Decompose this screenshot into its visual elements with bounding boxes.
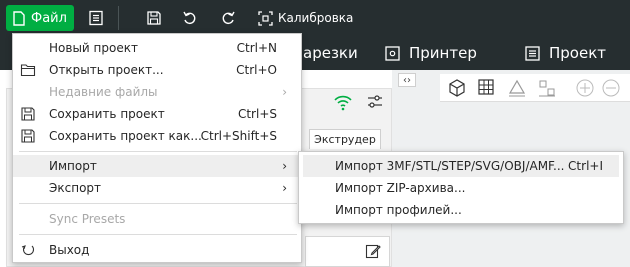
menu-divider <box>19 151 297 152</box>
submenu-item-shortcut: Ctrl+I <box>568 159 603 173</box>
toolbar-divider <box>118 6 119 30</box>
menu-item-open-project[interactable]: Открыть проект... Ctrl+O <box>13 59 301 81</box>
menu-divider <box>19 234 297 235</box>
tab-slicing[interactable]: арезки <box>303 36 358 70</box>
menu-icon[interactable] <box>84 6 108 30</box>
tab-project[interactable]: Проект <box>524 36 606 70</box>
printer-icon <box>385 45 400 61</box>
tab-extruder[interactable]: Экструдер <box>309 129 381 149</box>
menu-item-exit[interactable]: Выход <box>13 239 301 261</box>
tab-printer[interactable]: Принтер <box>384 36 477 70</box>
edit-icon[interactable] <box>365 243 381 259</box>
undo-icon[interactable] <box>178 6 202 30</box>
submenu-item-label: Импорт профилей... <box>335 203 462 217</box>
menu-item-recent-files: Недавние файлы › <box>13 81 301 103</box>
submenu-item-label: Импорт ZIP-архива... <box>335 181 466 195</box>
file-menu-button[interactable]: Файл <box>6 5 74 31</box>
submenu-item-label: Импорт 3MF/STL/STEP/SVG/OBJ/AMF... <box>335 159 565 173</box>
project-icon <box>525 45 540 61</box>
wifi-icon <box>334 95 352 111</box>
import-submenu: Импорт 3MF/STL/STEP/SVG/OBJ/AMF... Ctrl+… <box>298 151 624 224</box>
menu-item-label: Импорт <box>49 159 97 173</box>
menu-item-new-project[interactable]: Новый проект Ctrl+N <box>13 37 301 59</box>
menu-item-label: Новый проект <box>49 41 138 55</box>
add-object-icon[interactable] <box>446 77 468 99</box>
tab-project-label: Проект <box>549 44 607 62</box>
menu-item-shortcut: Ctrl+Shift+S <box>200 129 277 143</box>
grid-icon[interactable] <box>476 77 498 99</box>
save-icon <box>21 107 35 121</box>
calibration-icon <box>258 10 273 26</box>
menu-item-import[interactable]: Импорт › <box>13 155 301 177</box>
menu-item-label: Открыть проект... <box>49 63 164 77</box>
tab-printer-label: Принтер <box>409 44 477 62</box>
file-menu-label: Файл <box>31 10 67 26</box>
tab-extruder-label: Экструдер <box>314 133 376 146</box>
chevron-right-icon: › <box>282 85 287 99</box>
arrange-icon[interactable] <box>536 77 558 99</box>
file-icon <box>13 10 25 26</box>
submenu-item-import-zip[interactable]: Импорт ZIP-архива... <box>303 177 619 199</box>
menu-item-save-project-as[interactable]: Сохранить проект как... Ctrl+Shift+S <box>13 125 301 147</box>
redo-icon[interactable] <box>216 6 240 30</box>
submenu-item-import-profiles[interactable]: Импорт профилей... <box>303 199 619 221</box>
menu-item-label: Недавние файлы <box>49 85 158 99</box>
menu-item-label: Sync Presets <box>49 212 126 226</box>
plus-icon[interactable] <box>574 77 596 99</box>
settings-sliders-icon[interactable] <box>366 93 384 111</box>
orient-icon[interactable] <box>506 77 528 99</box>
menu-item-sync-presets: Sync Presets <box>13 208 301 230</box>
menu-item-label: Сохранить проект <box>49 107 165 121</box>
folder-icon <box>20 64 36 77</box>
menu-item-label: Сохранить проект как... <box>49 129 202 143</box>
menu-item-save-project[interactable]: Сохранить проект Ctrl+S <box>13 103 301 125</box>
calibration-button[interactable]: Калибровка <box>258 6 353 30</box>
calibration-label: Калибровка <box>278 11 354 25</box>
top-toolbar: Файл Калибровка <box>0 0 630 36</box>
viewport-toolbar <box>440 74 630 102</box>
minus-icon[interactable] <box>600 77 622 99</box>
menu-item-shortcut: Ctrl+N <box>236 41 277 55</box>
save-icon[interactable] <box>142 6 166 30</box>
menu-item-shortcut: Ctrl+O <box>236 63 277 77</box>
chevron-right-icon: › <box>282 181 287 195</box>
collapse-sidebar-icon[interactable]: ‹› <box>398 73 416 87</box>
tab-slicing-label: арезки <box>303 44 358 62</box>
save-as-icon <box>21 129 35 143</box>
menu-divider <box>19 203 297 204</box>
chevron-right-icon: › <box>282 159 287 173</box>
menu-item-label: Экспорт <box>49 181 102 195</box>
file-menu-dropdown: Новый проект Ctrl+N Открыть проект... Ct… <box>12 33 302 263</box>
submenu-item-import-models[interactable]: Импорт 3MF/STL/STEP/SVG/OBJ/AMF... Ctrl+… <box>303 155 619 177</box>
menu-item-shortcut: Ctrl+S <box>237 107 277 121</box>
exit-icon <box>21 245 35 256</box>
menu-item-label: Выход <box>49 243 90 257</box>
menu-item-export[interactable]: Экспорт › <box>13 177 301 199</box>
